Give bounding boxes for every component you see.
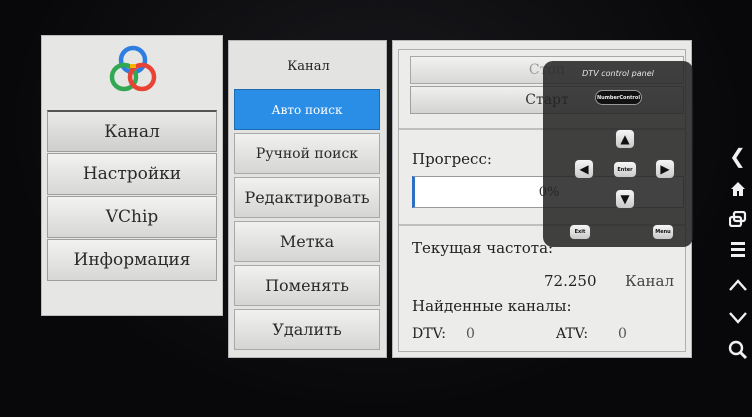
current-frequency-label: Текущая частота:	[412, 239, 554, 257]
home-icon[interactable]	[723, 175, 752, 203]
atv-count: 0	[618, 326, 627, 342]
submenu-item-delete[interactable]: Удалить	[234, 309, 380, 350]
back-icon[interactable]: ❮	[723, 142, 752, 170]
menu-button[interactable]: Menu	[653, 225, 673, 239]
submenu-item-swap[interactable]: Поменять	[234, 265, 380, 306]
dtv-count: 0	[466, 326, 475, 342]
down-arrow-icon[interactable]: ▼	[616, 190, 634, 208]
submenu-item-manual-search[interactable]: Ручной поиск	[234, 133, 380, 174]
channel-label: Канал	[625, 272, 675, 290]
number-control-button[interactable]: NumberControl	[596, 91, 641, 104]
right-arrow-icon[interactable]: ▶	[656, 160, 674, 178]
volume-down-icon[interactable]	[723, 304, 752, 332]
dtv-control-panel: DTV control panel NumberControl ▲ ◀ Ente…	[543, 61, 693, 247]
left-arrow-icon[interactable]: ◀	[575, 160, 593, 178]
tv-screen: Канал Настройки VChip Информация Канал А…	[0, 0, 752, 417]
up-arrow-icon[interactable]: ▲	[616, 130, 634, 148]
submenu-item-auto-search[interactable]: Авто поиск	[234, 89, 380, 130]
volume-up-icon[interactable]	[723, 271, 752, 299]
atv-label: ATV:	[556, 326, 589, 342]
main-menu-item-vchip[interactable]: VChip	[47, 196, 217, 238]
window-icon[interactable]	[723, 205, 752, 233]
main-menu: Канал Настройки VChip Информация	[47, 110, 217, 282]
found-channels-label: Найденные каналы:	[412, 297, 572, 315]
channel-submenu: Авто поиск Ручной поиск Редактировать Ме…	[234, 89, 380, 353]
current-frequency-value: 72.250	[544, 272, 597, 290]
app-logo	[109, 45, 157, 92]
exit-button[interactable]: Exit	[570, 225, 590, 239]
enter-button[interactable]: Enter	[614, 162, 636, 177]
submenu-item-label[interactable]: Метка	[234, 221, 380, 262]
main-menu-panel: Канал Настройки VChip Информация	[41, 35, 223, 316]
dtv-label: DTV:	[412, 326, 446, 342]
submenu-item-edit[interactable]: Редактировать	[234, 177, 380, 218]
system-toolbar: ❮	[723, 142, 752, 387]
main-menu-item-channel[interactable]: Канал	[47, 110, 217, 152]
menu-icon[interactable]	[723, 235, 752, 263]
dtv-panel-title: DTV control panel	[582, 69, 654, 78]
main-menu-item-info[interactable]: Информация	[47, 239, 217, 281]
progress-label: Прогресс:	[412, 150, 492, 168]
search-icon[interactable]	[723, 336, 752, 364]
main-menu-item-settings[interactable]: Настройки	[47, 153, 217, 195]
submenu-title: Канал	[287, 59, 330, 74]
channel-submenu-panel: Канал Авто поиск Ручной поиск Редактиров…	[228, 40, 387, 358]
